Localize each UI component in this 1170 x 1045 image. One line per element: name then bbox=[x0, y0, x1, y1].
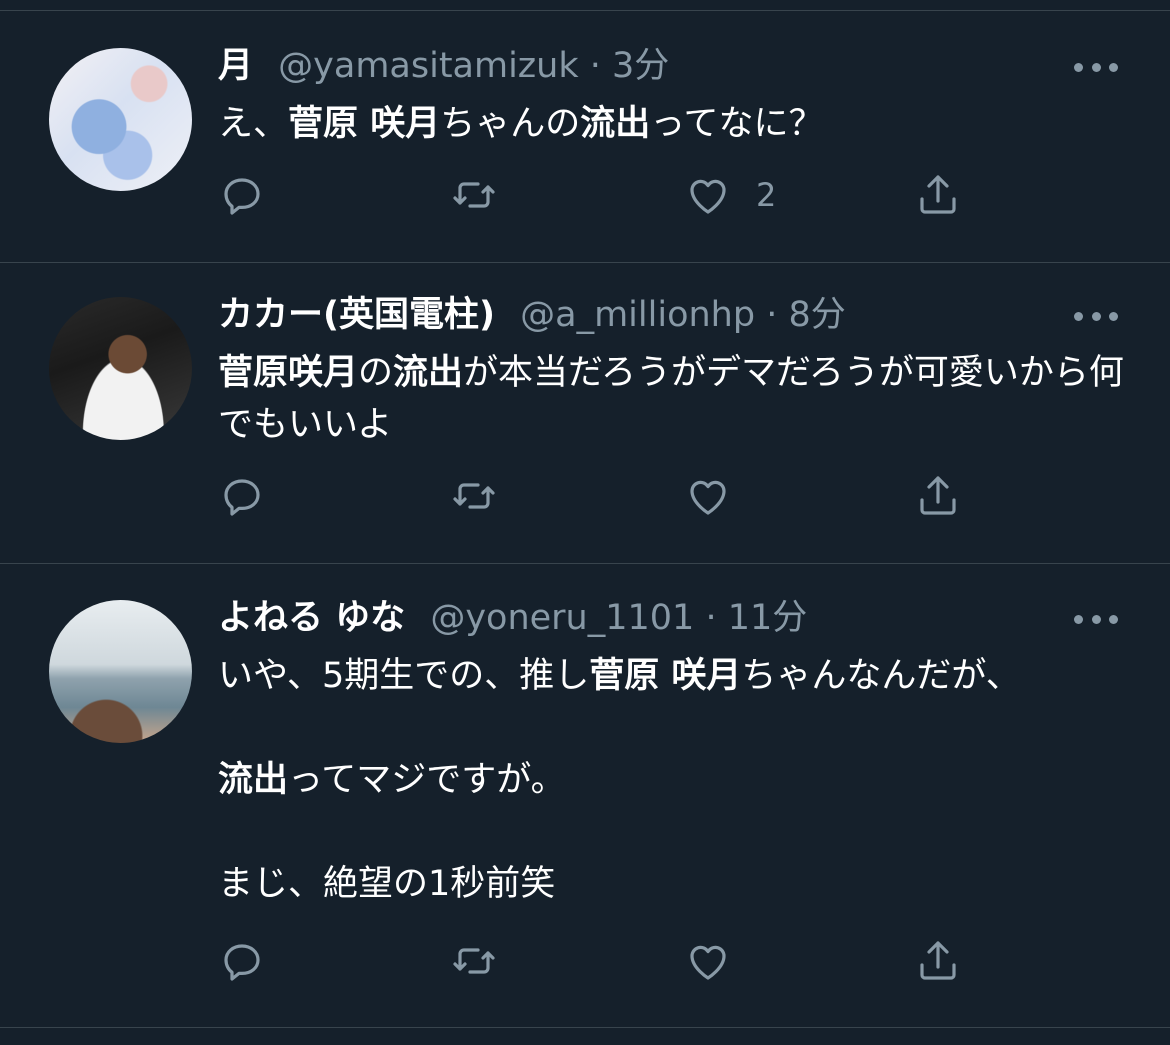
text-run: ちゃんの bbox=[440, 104, 581, 144]
separator: · bbox=[755, 295, 789, 335]
share-button[interactable] bbox=[914, 471, 962, 521]
like-button[interactable] bbox=[684, 936, 732, 986]
timestamp[interactable]: 8分 bbox=[788, 295, 845, 335]
reply-button[interactable] bbox=[218, 170, 266, 220]
more-icon[interactable] bbox=[1074, 612, 1118, 626]
tweet-text: いや、5期生での、推し菅原 咲月ちゃんなんだが、 流出ってマジですが。 まじ、絶… bbox=[218, 650, 1138, 910]
handle[interactable]: @yamasitamizuk bbox=[278, 46, 578, 86]
text-run: ちゃんなんだが、 bbox=[741, 656, 1021, 696]
like-button[interactable] bbox=[684, 471, 732, 521]
handle[interactable]: @yoneru_1101 bbox=[430, 598, 694, 638]
reply-icon bbox=[224, 178, 260, 215]
display-name[interactable]: カカー(英国電柱) bbox=[218, 295, 495, 335]
tweet-text: 菅原咲月の流出が本当だろうがデマだろうが可愛いから何でもいいよ bbox=[218, 347, 1138, 451]
tweet-header: よねる ゆな @yoneru_1101 · 11分 bbox=[218, 598, 807, 638]
highlighted-term: 菅原咲月 bbox=[218, 353, 359, 393]
display-name[interactable]: よねる ゆな bbox=[218, 598, 405, 638]
separator: · bbox=[578, 46, 613, 86]
avatar[interactable] bbox=[49, 48, 192, 191]
highlighted-term: 流出 bbox=[580, 104, 651, 144]
tweet[interactable]: 月 @yamasitamizuk · 3分 え、菅原 咲月ちゃんの流出ってなに？… bbox=[0, 0, 1170, 262]
highlighted-term: 流出 bbox=[218, 760, 289, 800]
tweet[interactable]: カカー(英国電柱) @a_millionhp · 8分 菅原咲月の流出が本当だろ… bbox=[0, 263, 1170, 563]
retweet-icon bbox=[453, 483, 495, 509]
share-icon bbox=[920, 175, 956, 214]
reply-button[interactable] bbox=[218, 471, 266, 521]
tweet-header: カカー(英国電柱) @a_millionhp · 8分 bbox=[218, 295, 846, 335]
reply-icon bbox=[224, 479, 260, 516]
highlighted-term: 流出 bbox=[393, 353, 464, 393]
text-run: いや、5期生での、推し bbox=[218, 656, 590, 696]
avatar[interactable] bbox=[49, 297, 192, 440]
retweet-button[interactable] bbox=[450, 471, 498, 521]
highlighted-term: 菅原 咲月 bbox=[589, 656, 742, 696]
share-icon bbox=[920, 941, 956, 980]
heart-icon bbox=[690, 945, 726, 980]
share-icon bbox=[920, 476, 956, 515]
retweet-button[interactable] bbox=[450, 936, 498, 986]
avatar[interactable] bbox=[49, 600, 192, 743]
retweet-icon bbox=[453, 948, 495, 974]
action-bar bbox=[218, 471, 978, 521]
share-button[interactable] bbox=[914, 936, 962, 986]
tweet-text: え、菅原 咲月ちゃんの流出ってなに？ bbox=[218, 98, 1138, 150]
tweet-header: 月 @yamasitamizuk · 3分 bbox=[218, 46, 669, 86]
timestamp[interactable]: 3分 bbox=[612, 46, 669, 86]
text-run: の bbox=[358, 353, 394, 393]
reply-button[interactable] bbox=[218, 936, 266, 986]
more-icon[interactable] bbox=[1074, 60, 1118, 74]
tweet[interactable]: よねる ゆな @yoneru_1101 · 11分 いや、5期生での、推し菅原 … bbox=[0, 564, 1170, 1027]
highlighted-term: 菅原 咲月 bbox=[288, 104, 441, 144]
share-button[interactable] bbox=[914, 170, 962, 220]
divider bbox=[0, 1027, 1170, 1028]
display-name[interactable]: 月 bbox=[218, 46, 253, 86]
timestamp[interactable]: 11分 bbox=[728, 598, 808, 638]
reply-icon bbox=[224, 944, 260, 981]
text-run: え、 bbox=[218, 104, 289, 144]
separator: · bbox=[694, 598, 728, 638]
text-run: ってなに？ bbox=[650, 104, 824, 144]
like-count: 2 bbox=[756, 176, 777, 214]
heart-icon bbox=[690, 480, 726, 515]
like-button[interactable]: 2 bbox=[684, 170, 776, 220]
retweet-icon bbox=[453, 182, 495, 208]
retweet-button[interactable] bbox=[450, 170, 498, 220]
action-bar bbox=[218, 936, 978, 986]
action-bar: 2 bbox=[218, 170, 978, 220]
more-icon[interactable] bbox=[1074, 309, 1118, 323]
handle[interactable]: @a_millionhp bbox=[520, 295, 755, 335]
heart-icon bbox=[690, 179, 726, 214]
